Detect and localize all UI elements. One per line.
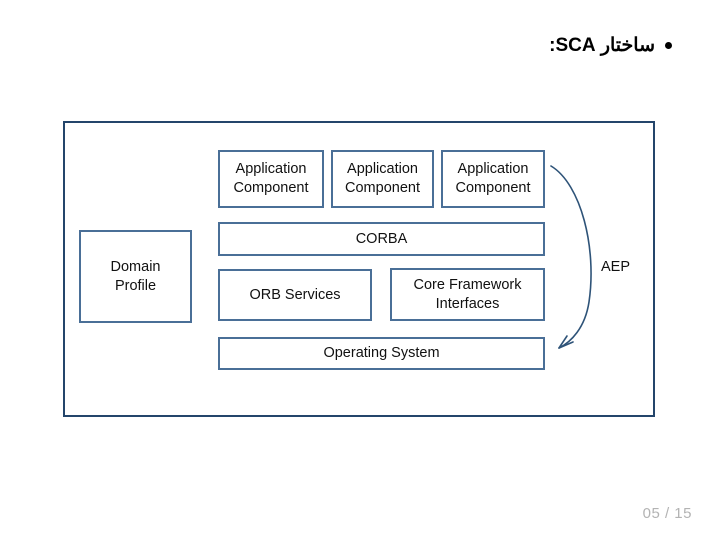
slide-heading: ساختار SCA: [549, 34, 672, 57]
diagram-box-core-framework-interfaces-label: Core Framework Interfaces [413, 276, 522, 312]
diagram-box-application-component-2-label: Application Component [345, 161, 420, 196]
diagram-box-corba: CORBA [218, 222, 545, 256]
page-number: 05 / 15 [642, 505, 692, 522]
slide-title-text: ساختار SCA: [549, 35, 655, 56]
diagram-box-orb-services-label: ORB Services [249, 286, 341, 303]
diagram-box-application-component-3-label: Application Component [455, 161, 531, 196]
diagram-box-operating-system-label: Operating System [323, 345, 440, 362]
diagram-box-corba-label: CORBA [355, 230, 408, 247]
diagram-box-core-framework-interfaces: Core Framework Interfaces [390, 268, 545, 321]
diagram-box-application-component-1-label: Application Component [233, 161, 309, 196]
diagram-box-orb-services: ORB Services [218, 269, 372, 321]
diagram-box-application-component-1: Application Component [218, 150, 324, 208]
diagram-box-application-component-3: Application Component [441, 150, 545, 208]
aep-annotation-label: AEP [601, 259, 631, 275]
diagram-box-domain-profile-label: Domain Profile [110, 258, 161, 294]
bullet-dot-icon [665, 42, 672, 49]
diagram-box-domain-profile: Domain Profile [79, 230, 192, 323]
diagram-box-application-component-2: Application Component [331, 150, 434, 208]
diagram-box-operating-system: Operating System [218, 337, 545, 370]
